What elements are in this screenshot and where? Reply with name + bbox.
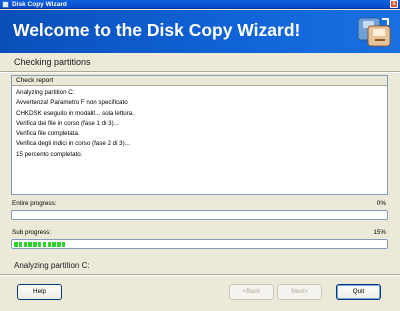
back-button[interactable]: <Back	[229, 284, 274, 300]
window-title: Disk Copy Wizard	[12, 1, 67, 8]
quit-button[interactable]: Quit	[336, 284, 381, 300]
progress-segment	[42, 242, 47, 247]
divider	[0, 274, 400, 276]
sub-progress-fill	[14, 242, 66, 247]
check-report-list[interactable]: Check report Analyzing partition C: Avve…	[11, 75, 388, 195]
app-icon	[2, 1, 9, 8]
report-line: CHKDSK eseguito in modalit... sola lettu…	[16, 109, 134, 117]
report-line: Verifica dei file in corso (fase 1 di 3)…	[16, 119, 119, 127]
entire-progress-label: Entire progress:	[12, 200, 57, 207]
sub-progress-label: Sub progress:	[12, 229, 52, 236]
entire-progress-bar	[11, 210, 388, 220]
divider	[0, 71, 400, 73]
progress-segment	[33, 242, 37, 247]
status-text: Analyzing partition C:	[14, 261, 90, 270]
progress-segment	[57, 242, 61, 247]
report-line: Verifica file completata.	[16, 130, 80, 138]
wizard-banner: Welcome to the Disk Copy Wizard!	[0, 10, 400, 53]
progress-segment	[28, 242, 32, 247]
sub-progress-percent: 15%	[373, 229, 386, 236]
entire-progress-percent: 0%	[376, 200, 386, 207]
report-line: Analyzing partition C:	[16, 89, 75, 96]
progress-segment	[47, 242, 52, 247]
step-title: Checking partitions	[14, 57, 91, 67]
progress-segment	[61, 242, 66, 247]
wizard-heading: Welcome to the Disk Copy Wizard!	[13, 20, 301, 40]
next-button[interactable]: Next>	[277, 284, 322, 300]
report-line: Avvertenza! Parametro F non specificato	[16, 99, 128, 107]
progress-segment	[14, 242, 18, 247]
help-button[interactable]: Help	[17, 284, 62, 300]
title-bar: Disk Copy Wizard x	[0, 0, 400, 9]
progress-segment	[52, 242, 56, 247]
close-button[interactable]: x	[390, 0, 398, 8]
disk-copy-logo-icon	[357, 17, 391, 47]
report-line: 15 percento completato.	[16, 150, 83, 158]
report-line: Verifica degli indici in corso (fase 2 d…	[16, 140, 130, 148]
check-report-header[interactable]: Check report	[12, 76, 387, 86]
progress-segment	[37, 242, 42, 247]
progress-segment	[18, 242, 23, 247]
progress-segment	[23, 242, 28, 247]
sub-progress-bar	[11, 239, 388, 249]
